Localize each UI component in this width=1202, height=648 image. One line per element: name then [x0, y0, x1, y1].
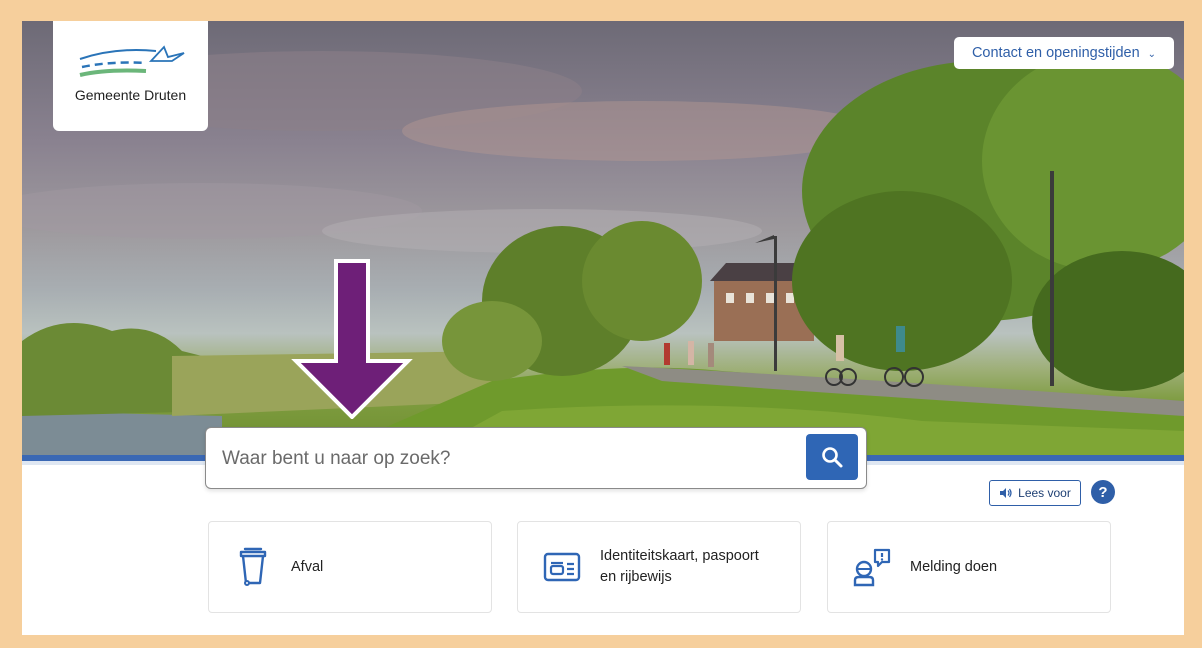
search-icon — [822, 447, 843, 468]
id-card-icon — [543, 552, 581, 582]
tile-label: Afval — [291, 558, 324, 575]
help-icon: ? — [1098, 483, 1108, 501]
tile-identiteitskaart[interactable]: Identiteitskaart, paspoort en rijbewijs — [517, 521, 801, 613]
contact-hours-label: Contact en openingstijden — [971, 45, 1140, 61]
tile-label: Melding doen — [910, 558, 998, 575]
tile-label-line1: Identiteitskaart, paspoort — [600, 548, 759, 564]
search-input[interactable] — [220, 440, 784, 478]
municipality-logo-icon — [79, 45, 184, 77]
report-icon — [853, 548, 891, 587]
logo-card[interactable]: Gemeente Druten — [53, 21, 208, 131]
tile-label: Identiteitskaart, paspoort en rijbewijs — [600, 546, 759, 588]
contact-hours-dropdown[interactable]: Contact en openingstijden ⌄ — [954, 37, 1174, 69]
chevron-down-icon: ⌄ — [1147, 48, 1157, 60]
tile-afval[interactable]: Afval — [208, 521, 492, 613]
page-frame: Gemeente Druten Contact en openingstijde… — [22, 21, 1184, 635]
logo-text: Gemeente Druten — [74, 87, 187, 103]
read-aloud-label: Lees voor — [1018, 486, 1071, 500]
tile-label-line2: en rijbewijs — [600, 569, 672, 585]
speaker-icon — [1000, 488, 1012, 498]
waste-bin-icon — [239, 547, 267, 586]
search-button[interactable] — [806, 434, 858, 480]
read-aloud-button[interactable]: Lees voor — [989, 480, 1081, 506]
tile-melding-doen[interactable]: Melding doen — [827, 521, 1111, 613]
search-bar — [205, 427, 867, 489]
help-button[interactable]: ? — [1091, 480, 1115, 504]
annotation-arrow-icon — [291, 259, 413, 419]
